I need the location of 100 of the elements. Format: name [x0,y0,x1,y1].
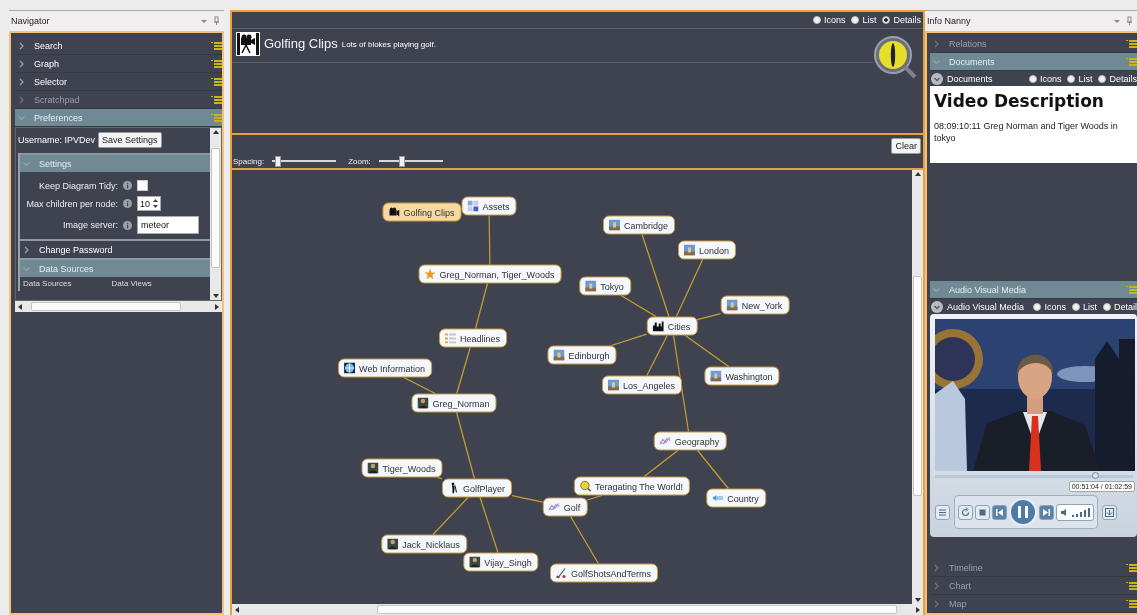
grip-icon[interactable] [211,76,222,87]
next-button[interactable] [1039,504,1054,520]
slider-thumb[interactable] [275,156,282,167]
graph-node[interactable]: Jack_Nicklaus [381,534,467,554]
photo-icon [609,219,620,231]
radio-button[interactable]: Detail [1103,301,1137,312]
grip-icon[interactable] [1126,598,1137,609]
scrollbar[interactable] [210,128,221,300]
arrow-down-icon[interactable] [914,598,921,602]
graph-node[interactable]: Greg_Norman [411,393,497,413]
graph-node[interactable]: Country [706,488,766,508]
connector-line [586,494,603,501]
graph-node[interactable]: Los_Angeles [602,375,682,395]
golf-club-icon [556,567,567,579]
column-header: Data Sources [23,279,72,289]
arrow-right-icon[interactable] [916,606,920,613]
graph-node[interactable]: GolfPlayer [442,478,512,498]
scrollbar[interactable] [232,604,923,615]
graph-node[interactable]: London [678,240,736,260]
arrow-down-icon[interactable] [212,294,219,298]
input-field[interactable]: meteor [137,216,199,234]
grip-icon[interactable] [211,58,222,69]
graph-node[interactable]: Golfing Clips [382,202,462,222]
grip-icon[interactable] [1126,284,1137,295]
arrow-up-icon[interactable] [914,172,921,176]
graph-node[interactable]: Golf [542,497,588,517]
graph-node[interactable]: Tiger_Woods [361,458,443,478]
radio-button[interactable]: Icons [812,15,846,25]
arrow-right-icon[interactable] [215,303,219,310]
graph-node[interactable]: Assets [461,196,517,216]
connector-line [455,411,476,480]
grip-icon[interactable] [1126,56,1137,67]
expand-button[interactable] [1102,504,1117,520]
radio-button[interactable]: List [1067,73,1093,84]
graph-node[interactable]: Cities [646,316,698,336]
radio-button[interactable]: List [851,15,877,25]
pin-icon[interactable] [1126,16,1133,26]
grip-icon[interactable] [211,94,222,105]
section-header[interactable]: Graph [15,55,211,72]
connector-line [488,214,491,266]
progress-thumb[interactable] [1092,472,1100,479]
graph-node[interactable]: Cambridge [603,215,675,235]
photo-icon [585,280,597,292]
previous-button[interactable] [992,504,1007,520]
graph-node[interactable]: Edinburgh [547,345,617,365]
graph-node[interactable]: GolfShotsAndTerms [550,563,658,583]
slider-thumb[interactable] [399,156,406,167]
graph-node[interactable]: Washington [704,366,780,386]
scrollbar-thumb[interactable] [211,148,220,268]
section-header[interactable]: Selector [15,73,211,90]
grip-icon[interactable] [211,40,222,51]
grip-icon[interactable] [211,112,222,123]
radio-button[interactable]: Icons [1028,73,1062,84]
graph-node[interactable]: Tokyo [579,276,631,296]
chevron-icon [932,58,941,65]
arrow-left-icon[interactable] [235,606,239,613]
document-text: 08:09:10:11 Greg Norman and Tiger Woods in tokyo [934,120,1119,145]
radio-button[interactable]: Details [882,15,921,25]
graph-node[interactable]: Vijay_Singh [463,552,539,572]
arrow-up-icon[interactable] [212,130,219,134]
caret-icon[interactable] [1114,19,1120,23]
checkbox[interactable] [137,180,148,191]
pause-button[interactable] [1009,498,1037,526]
graph-node[interactable]: New_York [720,295,790,315]
scrollbar-thumb[interactable] [377,605,897,614]
replay-button[interactable] [958,504,973,520]
radio-button[interactable]: Details [1098,73,1137,84]
portrait-icon [387,538,399,550]
magnifier-icon [579,480,591,492]
grip-icon[interactable] [1126,38,1137,49]
graph-node[interactable]: Geography [653,431,727,451]
graph-node[interactable]: Headlines [439,328,507,348]
list-icon [937,506,948,518]
save-settings-button[interactable]: Save Settings [98,132,162,148]
scrollbar[interactable] [912,170,923,604]
stop-button[interactable] [975,504,990,520]
grip-icon[interactable] [1126,562,1137,573]
scrollbar-thumb[interactable] [913,276,922,496]
volume-button[interactable] [1056,503,1094,521]
slider-label: Zoom: [348,157,371,166]
arrow-left-icon[interactable] [18,303,22,310]
radio-button[interactable]: Icons [1033,301,1066,312]
section-header[interactable]: Search [15,37,211,54]
caret-icon[interactable] [201,19,207,23]
collapse-button[interactable] [931,72,943,85]
field-label: Max children per node: [25,198,118,209]
grip-icon[interactable] [1126,580,1137,591]
graph-node[interactable]: Teragating The World! [573,476,691,496]
clear-button[interactable]: Clear [891,138,921,154]
scrollbar[interactable] [15,301,222,312]
list-button[interactable] [935,504,950,520]
spin-arrows-icon[interactable] [152,198,159,209]
pin-icon[interactable] [213,16,220,26]
scrollbar-thumb[interactable] [31,302,181,311]
graph-node[interactable]: Web Information [338,358,432,378]
graph-node[interactable]: Greg_Norman, Tiger_Woods [418,264,562,284]
radio-button[interactable]: List [1071,301,1097,312]
info-icon [123,220,132,230]
number-spinner[interactable]: 10 [137,196,161,211]
collapse-button[interactable] [931,300,943,313]
